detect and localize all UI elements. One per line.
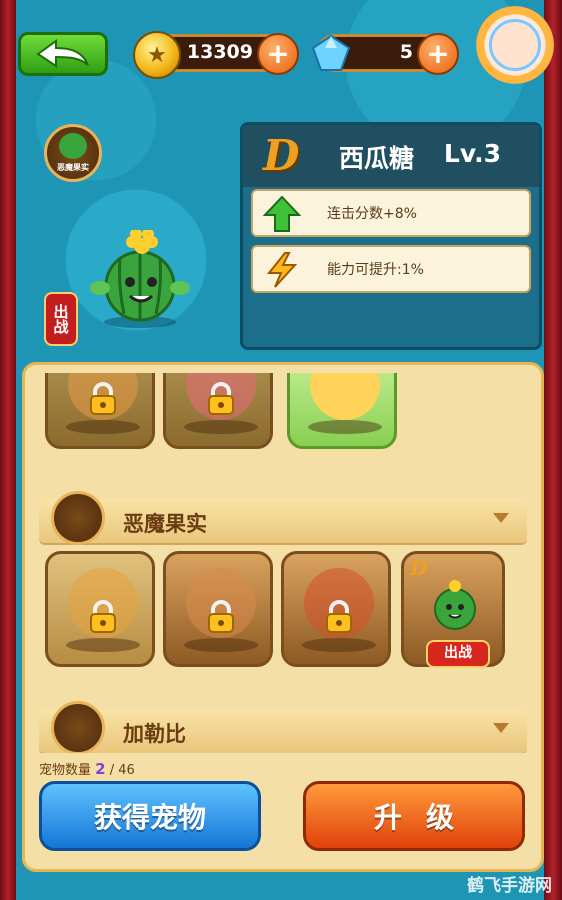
- girl-pet-figure: [310, 373, 380, 420]
- lightning-icon: [266, 252, 298, 288]
- slot-shadow: [184, 638, 258, 652]
- stat-ability-text: 能力可提升:1%: [327, 262, 424, 278]
- in-battle-chip: 出战: [426, 640, 490, 668]
- pet-level: Lv.3: [443, 139, 501, 168]
- pirate-skull-category-icon: [51, 701, 105, 753]
- right-curtain: [544, 0, 562, 900]
- left-curtain: [0, 0, 16, 900]
- pet-count-current: 2: [95, 760, 106, 778]
- player-avatar[interactable]: [476, 6, 554, 84]
- slot-shadow: [66, 638, 140, 652]
- slot-shadow: [66, 420, 140, 434]
- green-arrow-up-icon: [263, 195, 301, 232]
- category-header-devil-fruit[interactable]: 恶魔果实: [39, 491, 527, 545]
- category-header-caribbean[interactable]: 加勒比: [39, 701, 527, 753]
- chevron-down-icon: [493, 723, 509, 733]
- add-gems-button[interactable]: +: [417, 33, 459, 75]
- gem-counter: 5 +: [311, 33, 459, 75]
- lock-icon: [90, 382, 116, 415]
- coin-value: 13309: [186, 41, 253, 63]
- pet-slot-unlocked[interactable]: [287, 373, 397, 449]
- lock-icon: [208, 600, 234, 633]
- in-battle-tag: 出战: [44, 292, 78, 346]
- add-coins-button[interactable]: +: [257, 33, 299, 75]
- watermelon-pet-figure: [90, 230, 190, 328]
- devil-fruit-category-icon: [51, 491, 105, 545]
- lock-icon: [208, 382, 234, 415]
- pet-category-badge: 恶魔果实: [44, 124, 102, 182]
- back-button[interactable]: [18, 32, 108, 76]
- coin-counter: ★ 13309 +: [133, 31, 299, 79]
- gem-value: 5: [399, 41, 413, 63]
- category-name: 恶魔果实: [123, 512, 207, 536]
- get-pet-button[interactable]: 获得宠物: [39, 781, 261, 851]
- pet-slot-locked[interactable]: [163, 551, 273, 667]
- site-watermark: 鹤飞手游网: [467, 876, 552, 896]
- pet-slot-locked[interactable]: [45, 373, 155, 449]
- pet-count-label: 宠物数量: [39, 763, 92, 778]
- slot-shadow: [184, 420, 258, 434]
- pet-info-header: D 西瓜糖 Lv.3: [243, 125, 539, 187]
- category-name: 加勒比: [123, 722, 186, 746]
- avatar-face-icon: [489, 19, 541, 71]
- lock-icon: [326, 600, 352, 633]
- back-arrow-icon: [36, 39, 89, 68]
- slot-shadow: [302, 638, 376, 652]
- chevron-down-icon: [493, 513, 509, 523]
- gem-icon: [309, 31, 353, 75]
- pet-slot-locked[interactable]: [281, 551, 391, 667]
- pet-list-scroll[interactable]: 恶魔果实 D 出战 加勒比: [39, 373, 527, 753]
- stat-row-combo: 连击分数+8%: [251, 189, 531, 237]
- watermelon-pet-icon: [434, 580, 476, 630]
- pet-count-total: / 46: [109, 763, 135, 778]
- pet-slot-locked[interactable]: [163, 373, 273, 449]
- pet-grade: D: [263, 131, 300, 180]
- stat-combo-text: 连击分数+8%: [327, 206, 417, 222]
- upgrade-button[interactable]: 升级: [303, 781, 525, 851]
- coin-icon: ★: [133, 31, 181, 79]
- stat-row-ability: 能力可提升:1%: [251, 245, 531, 293]
- pet-name: 西瓜糖: [339, 144, 415, 173]
- pet-slot-active[interactable]: D 出战: [401, 551, 505, 668]
- pet-category-badge-label: 恶魔果实: [57, 163, 89, 172]
- watermelon-icon: [59, 133, 87, 159]
- pet-count: 宠物数量 2 / 46: [39, 759, 135, 778]
- slot-grade: D: [410, 556, 428, 580]
- pet-list-panel: 恶魔果实 D 出战 加勒比 宠物数量 2 / 46 获得宠物 升级: [22, 362, 544, 872]
- lock-icon: [90, 600, 116, 633]
- slot-shadow: [308, 420, 382, 434]
- pet-slot-locked[interactable]: [45, 551, 155, 667]
- pet-info-panel: D 西瓜糖 Lv.3 连击分数+8% 能力可提升:1%: [240, 122, 542, 350]
